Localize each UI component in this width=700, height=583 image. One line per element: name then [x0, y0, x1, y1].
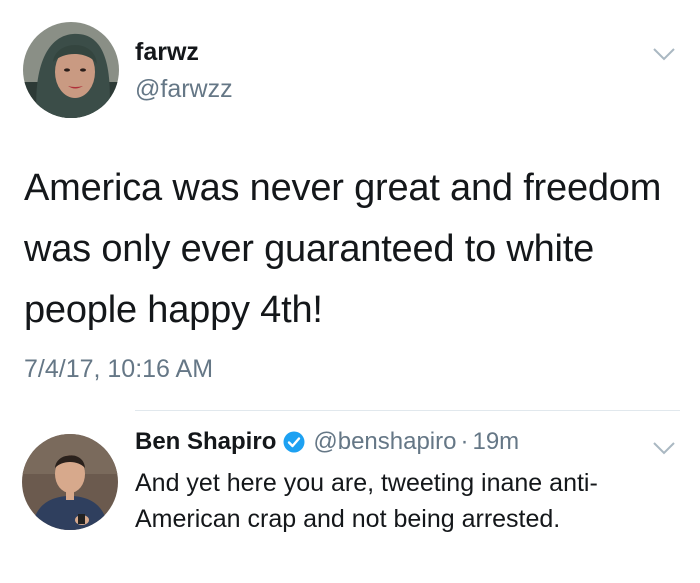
reply-text: And yet here you are, tweeting inane ant… — [135, 469, 598, 533]
tweet-timestamp[interactable]: 7/4/17, 10:16 AM — [24, 355, 213, 384]
separator-dot: · — [460, 428, 469, 455]
divider — [135, 410, 680, 411]
reply-time[interactable]: 19m — [472, 428, 519, 456]
author-display-name[interactable]: farwz — [135, 38, 199, 67]
main-tweet: farwz @farwzz America was never great an… — [0, 0, 700, 400]
reply-chevron-down-icon[interactable] — [652, 440, 676, 456]
reply-handle[interactable]: @benshapiro — [313, 428, 456, 456]
main-avatar[interactable] — [23, 22, 119, 118]
author-handle[interactable]: @farwzz — [135, 75, 233, 104]
verified-badge-icon — [283, 431, 305, 453]
avatar-woman-icon — [23, 22, 119, 118]
reply-avatar[interactable] — [22, 434, 118, 530]
reply-header: Ben Shapiro @benshapiro · 19m — [135, 428, 519, 456]
avatar-man-icon — [22, 434, 118, 530]
tweet-text: America was never great and freedom was … — [24, 167, 662, 331]
chevron-down-icon[interactable] — [652, 46, 676, 62]
reply-tweet: Ben Shapiro @benshapiro · 19m And yet he… — [0, 412, 700, 583]
reply-display-name[interactable]: Ben Shapiro — [135, 428, 276, 456]
